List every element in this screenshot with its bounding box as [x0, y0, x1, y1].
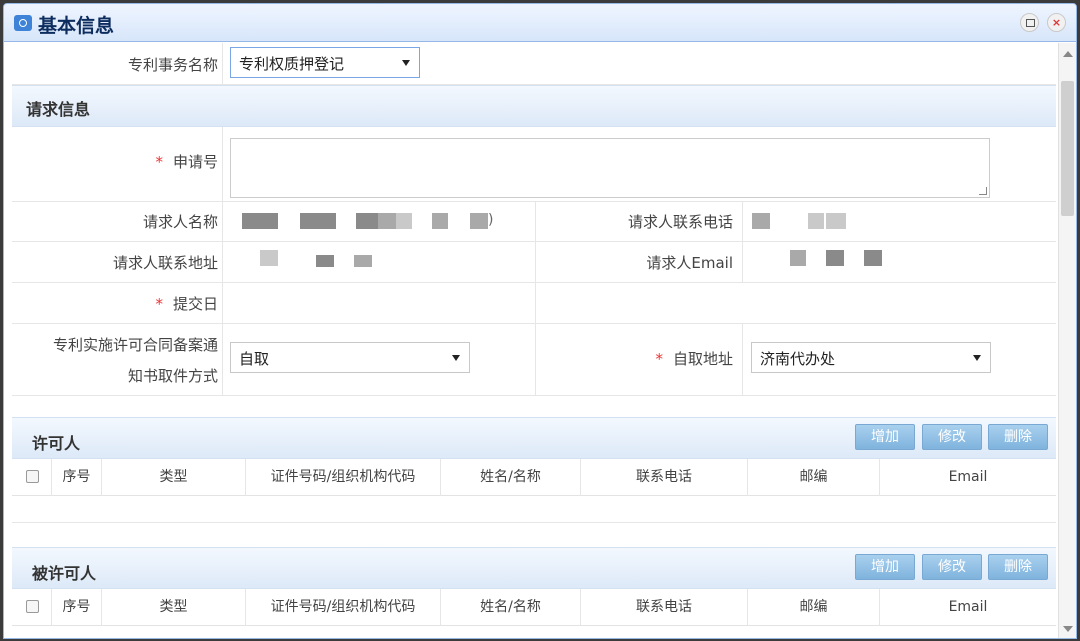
column-header[interactable]: 序号: [52, 459, 102, 496]
chevron-down-icon: [452, 355, 460, 361]
redacted-text: [752, 213, 770, 229]
application-no-label-text: 申请号: [172, 153, 218, 171]
redacted-text: [790, 250, 806, 266]
column-header[interactable]: Email: [880, 459, 1056, 496]
redacted-text: [808, 213, 824, 229]
request-section-header: 请求信息: [12, 85, 1056, 127]
maximize-icon[interactable]: [1020, 13, 1039, 32]
licensor-add-button[interactable]: 增加: [855, 424, 915, 450]
scroll-up-icon[interactable]: [1063, 51, 1073, 57]
column-header[interactable]: 邮编: [748, 589, 880, 626]
licensor-select-all-cell: [12, 459, 52, 496]
pickup-address-select-value: 济南代办处: [760, 350, 836, 368]
basic-info-dialog: 基本信息 × 专利事务名称 专利权质押登记 请求信息 * 申请号 请求人名称)…: [3, 3, 1077, 639]
licensee-table-header: 序号 类型 证件号码/组织机构代码 姓名/名称 联系电话 邮编 Email: [12, 589, 1056, 626]
notice-method-row: 专利实施许可合同备案通知书取件方式 自取 * 自取地址 济南代办处: [12, 324, 1056, 396]
requester-address-label: 请求人联系地址: [112, 254, 218, 272]
scrollbar-thumb[interactable]: [1061, 81, 1074, 216]
requester-name-suffix: ): [488, 212, 494, 228]
column-header[interactable]: 类型: [102, 589, 246, 626]
notice-method-select[interactable]: 自取: [230, 342, 470, 373]
redacted-text: [260, 250, 278, 266]
affair-select-value: 专利权质押登记: [239, 55, 345, 73]
redacted-text: [432, 213, 448, 229]
redacted-text: [826, 250, 844, 266]
scroll-down-icon[interactable]: [1063, 626, 1073, 632]
requester-email-label: 请求人Email: [646, 254, 733, 272]
submit-date-label: * 提交日: [155, 293, 218, 314]
affair-select[interactable]: 专利权质押登记: [230, 47, 420, 78]
redacted-text: [316, 255, 334, 267]
licensor-section-title: 许可人: [32, 434, 81, 453]
redacted-text: [300, 213, 336, 229]
redacted-text: [378, 213, 396, 229]
requester-name-label: 请求人名称: [142, 213, 218, 231]
notice-method-label: 专利实施许可合同备案通知书取件方式: [53, 330, 218, 392]
licensor-select-all-checkbox[interactable]: [26, 470, 39, 483]
licensor-edit-button[interactable]: 修改: [922, 424, 982, 450]
required-mark: *: [155, 153, 163, 171]
redacted-text: [354, 255, 372, 267]
submit-date-label-text: 提交日: [172, 295, 218, 313]
redacted-text: [826, 213, 846, 229]
notice-method-select-value: 自取: [239, 350, 270, 368]
chevron-down-icon: [402, 60, 410, 66]
notice-method-label-line2: 知书取件方式: [127, 367, 218, 385]
licensee-delete-button[interactable]: 删除: [988, 554, 1048, 580]
dialog-content: 专利事务名称 专利权质押登记 请求信息 * 申请号 请求人名称) 请求人联系电…: [4, 43, 1060, 638]
column-header[interactable]: 联系电话: [581, 589, 748, 626]
application-no-input[interactable]: [230, 138, 990, 198]
licensee-add-button[interactable]: 增加: [855, 554, 915, 580]
column-header[interactable]: 序号: [52, 589, 102, 626]
chevron-down-icon: [973, 355, 981, 361]
requester-phone-label: 请求人联系电话: [627, 213, 733, 231]
licensor-section-header: 许可人 增加 修改 删除: [12, 417, 1056, 459]
requester-name-row: 请求人名称 ) 请求人联系电话: [12, 202, 1056, 242]
affair-row: 专利事务名称 专利权质押登记: [12, 43, 1056, 85]
column-header[interactable]: 联系电话: [581, 459, 748, 496]
pickup-address-label: * 自取地址: [655, 348, 733, 369]
column-header[interactable]: Email: [880, 589, 1056, 626]
licensor-delete-button[interactable]: 删除: [988, 424, 1048, 450]
redacted-text: [356, 213, 378, 229]
required-mark: *: [655, 350, 663, 368]
window-icon: [14, 15, 32, 31]
licensee-section-title: 被许可人: [32, 564, 97, 583]
affair-label: 专利事务名称: [127, 56, 218, 74]
licensor-table-header: 序号 类型 证件号码/组织机构代码 姓名/名称 联系电话 邮编 Email: [12, 459, 1056, 496]
close-icon[interactable]: ×: [1047, 13, 1066, 32]
dialog-title: 基本信息: [38, 15, 115, 37]
column-header[interactable]: 姓名/名称: [441, 459, 581, 496]
application-no-label: * 申请号: [155, 151, 218, 172]
column-header[interactable]: 证件号码/组织机构代码: [246, 589, 441, 626]
licensee-section-header: 被许可人 增加 修改 删除: [12, 547, 1056, 589]
licensee-select-all-cell: [12, 589, 52, 626]
licensor-empty-row: [12, 497, 1056, 523]
requester-address-row: 请求人联系地址 请求人Email: [12, 242, 1056, 283]
column-header[interactable]: 证件号码/组织机构代码: [246, 459, 441, 496]
dialog-titlebar: 基本信息 ×: [4, 4, 1076, 42]
column-header[interactable]: 姓名/名称: [441, 589, 581, 626]
licensee-edit-button[interactable]: 修改: [922, 554, 982, 580]
request-section-title: 请求信息: [26, 100, 91, 119]
redacted-text: [470, 213, 488, 229]
column-header[interactable]: 类型: [102, 459, 246, 496]
column-header[interactable]: 邮编: [748, 459, 880, 496]
redacted-text: [396, 213, 412, 229]
submit-date-row: * 提交日: [12, 283, 1056, 324]
pickup-address-select[interactable]: 济南代办处: [751, 342, 991, 373]
redacted-text: [242, 213, 278, 229]
redacted-text: [864, 250, 882, 266]
vertical-scrollbar[interactable]: [1058, 43, 1076, 638]
pickup-address-label-text: 自取地址: [672, 350, 733, 368]
notice-method-label-line1: 专利实施许可合同备案通: [52, 336, 218, 354]
required-mark: *: [155, 295, 163, 313]
licensee-select-all-checkbox[interactable]: [26, 600, 39, 613]
